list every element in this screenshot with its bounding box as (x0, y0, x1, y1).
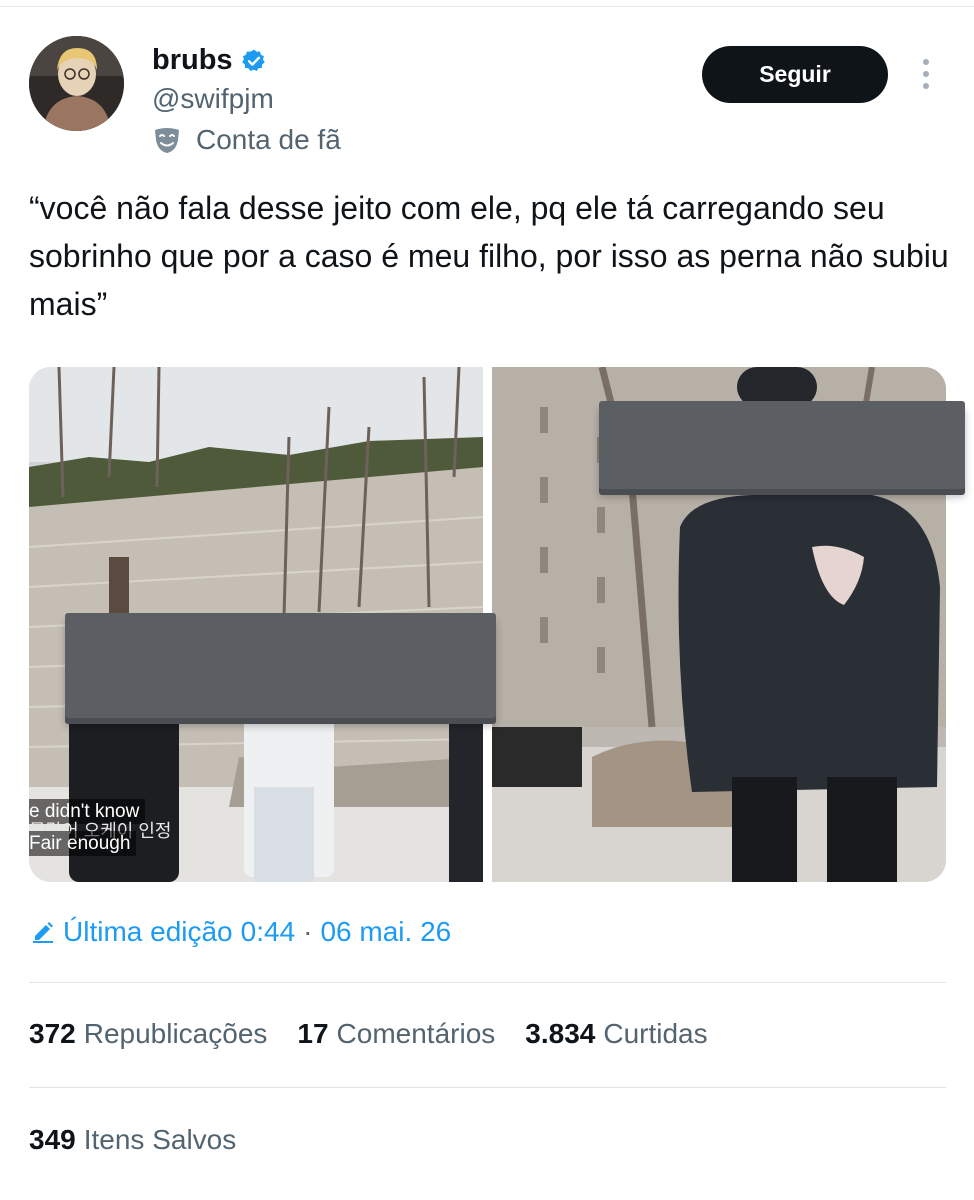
edit-pencil-icon (33, 922, 53, 943)
edit-history-link[interactable]: Última edição 0:44 · 06 mai. 26 (31, 916, 451, 948)
saved-stat[interactable]: 349 Itens Salvos (29, 1124, 236, 1156)
follow-button[interactable]: Seguir (702, 46, 888, 103)
handle[interactable]: @swifpjm (152, 83, 274, 115)
edit-separator: · (303, 916, 313, 947)
account-label-row: Conta de fã (152, 124, 341, 156)
censor-bar-right (599, 401, 965, 489)
account-label: Conta de fã (196, 124, 341, 155)
comments-count: 17 (297, 1018, 329, 1049)
edit-label: Última edição (63, 916, 233, 947)
verified-badge-icon (241, 48, 267, 74)
more-options-icon[interactable] (918, 56, 934, 92)
reposts-stat[interactable]: 372 Republicações (29, 1018, 267, 1050)
edit-date: 06 mai. 26 (320, 916, 452, 947)
edit-time: 0:44 (240, 916, 296, 947)
likes-label: Curtidas (603, 1018, 708, 1049)
divider (29, 1087, 946, 1088)
likes-stat[interactable]: 3.834 Curtidas (525, 1018, 707, 1050)
comments-label: Comentários (336, 1018, 496, 1049)
engagement-stats: 372 Republicações 17 Comentários 3.834 Curt… (29, 1018, 708, 1050)
tweet-text: “você não fala desse jeito com ele, pq e… (29, 190, 949, 322)
censor-bar-left (65, 613, 496, 718)
top-divider (0, 6, 974, 7)
author-name-row: brubs (152, 44, 267, 77)
mask-icon (152, 125, 182, 155)
likes-count: 3.834 (525, 1018, 596, 1049)
avatar[interactable] (29, 36, 124, 131)
reposts-label: Republicações (83, 1018, 268, 1049)
saved-label: Itens Salvos (83, 1124, 237, 1155)
subtitle-line-2: Fair enough (29, 831, 137, 856)
saved-count: 349 (29, 1124, 76, 1155)
reposts-count: 372 (29, 1018, 76, 1049)
divider (29, 982, 946, 983)
comments-stat[interactable]: 17 Comentários (297, 1018, 495, 1050)
display-name[interactable]: brubs (152, 44, 233, 77)
